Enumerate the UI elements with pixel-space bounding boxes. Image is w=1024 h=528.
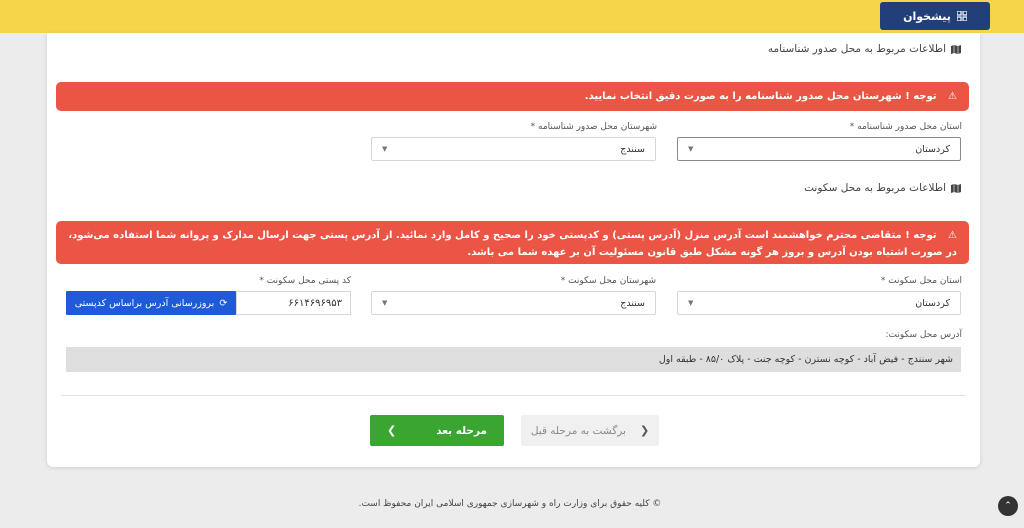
residence-province-label: استان محل سکونت * [880, 276, 962, 286]
residence-city-select[interactable]: سنندج ▼ [371, 291, 656, 315]
chevron-down-icon: ▼ [382, 299, 388, 307]
birth-province-value: کردستان [915, 143, 950, 155]
birth-city-select[interactable]: سنندج ▼ [371, 137, 656, 161]
address-field: شهر سنندج - فیض آباد - کوچه نسترن - کوچه… [66, 347, 961, 372]
birth-section-title: اطلاعات مربوط به محل صدور شناسنامه [768, 43, 961, 55]
chevron-left-icon: ❮ [639, 424, 650, 437]
chevron-down-icon: ▼ [688, 299, 694, 307]
residence-alert: ⚠ توجه ! متقاضی محترم خواهشمند است آدرس … [56, 221, 969, 264]
chevron-up-icon: ⌃ [1004, 501, 1012, 511]
previous-step-label: برگشت به مرحله قبل [530, 424, 626, 437]
postal-code-label: کد پستی محل سکونت * [259, 276, 351, 286]
pishkhan-button[interactable]: پیشخوان [880, 2, 990, 30]
scroll-up-button[interactable]: ⌃ [998, 496, 1018, 516]
top-bar: پیشخوان [0, 0, 1024, 33]
chevron-down-icon: ▼ [382, 145, 388, 153]
pishkhan-label: پیشخوان [903, 9, 951, 23]
next-step-label: مرحله بعد [436, 424, 488, 437]
residence-province-value: کردستان [915, 297, 950, 309]
warning-icon: ⚠ [948, 91, 957, 102]
birth-section-title-text: اطلاعات مربوط به محل صدور شناسنامه [767, 43, 946, 55]
birth-city-label: شهرستان محل صدور شناسنامه * [530, 122, 657, 132]
divider [61, 395, 966, 396]
birth-province-label: استان محل صدور شناسنامه * [849, 122, 962, 132]
grid-icon [956, 11, 967, 21]
postal-code-value: ۶۶۱۴۶۹۶۹۵۳ [288, 297, 342, 309]
map-icon [951, 184, 961, 193]
chevron-right-icon: ❯ [386, 424, 397, 437]
address-label: آدرس محل سکونت: [885, 330, 962, 340]
warning-icon: ⚠ [948, 230, 957, 241]
residence-section-title: اطلاعات مربوط به محل سکونت [804, 182, 961, 194]
residence-city-value: سنندج [620, 297, 645, 309]
birth-alert: ⚠ توجه ! شهرستان محل صدور شناسنامه را به… [56, 82, 969, 111]
chevron-down-icon: ▼ [688, 145, 694, 153]
previous-step-button[interactable]: ❮ برگشت به مرحله قبل [521, 415, 659, 446]
residence-alert-text: توجه ! متقاضی محترم خواهشمند است آدرس من… [68, 230, 957, 258]
birth-alert-text: توجه ! شهرستان محل صدور شناسنامه را به ص… [584, 91, 937, 102]
map-icon [951, 45, 961, 54]
postal-code-input[interactable]: ۶۶۱۴۶۹۶۹۵۳ [236, 291, 351, 315]
footer-copyright: © کلیه حقوق برای وزارت راه و شهرسازی جمه… [358, 499, 662, 509]
form-card: اطلاعات مربوط به محل صدور شناسنامه ⚠ توج… [47, 33, 980, 467]
address-value: شهر سنندج - فیض آباد - کوچه نسترن - کوچه… [658, 354, 953, 365]
residence-province-select[interactable]: کردستان ▼ [677, 291, 961, 315]
next-step-button[interactable]: مرحله بعد ❯ [370, 415, 504, 446]
birth-city-value: سنندج [620, 143, 645, 155]
update-address-button[interactable]: ⟳ بروزرسانی آدرس براساس کدپستی [66, 291, 236, 315]
residence-section-title-text: اطلاعات مربوط به محل سکونت [804, 182, 946, 194]
residence-city-label: شهرستان محل سکونت * [560, 276, 656, 286]
update-address-label: بروزرسانی آدرس براساس کدپستی [74, 297, 215, 309]
birth-province-select[interactable]: کردستان ▼ [677, 137, 961, 161]
refresh-icon: ⟳ [219, 297, 228, 309]
